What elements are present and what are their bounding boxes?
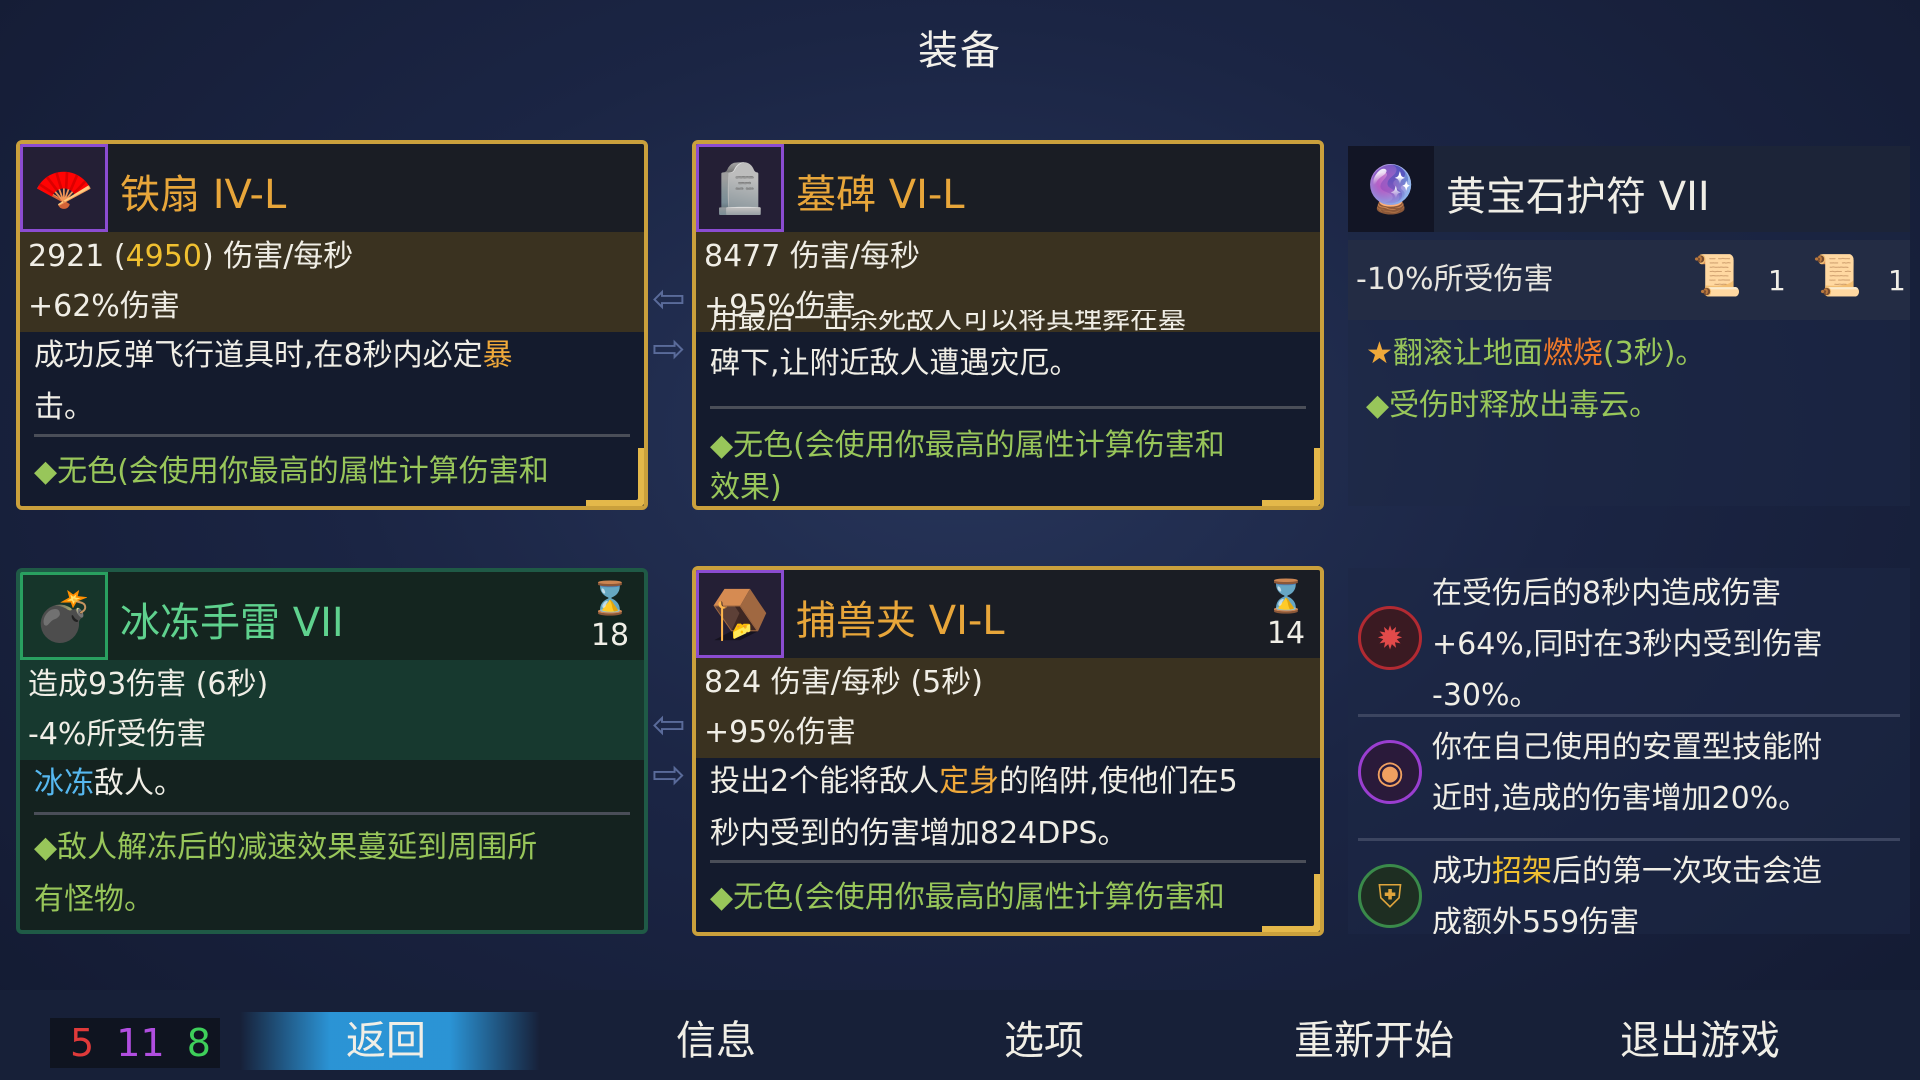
item-description-clipped: 用最后一击杀死敌人可以将其埋葬在墓 [710,310,1187,334]
mutation-desc: 在受伤后的8秒内造成伤害 +64%,同时在3秒内受到伤害 -30%。 [1432,576,1823,713]
amulet-affix-1: ★翻滚让地面燃烧(3秒)。 [1366,336,1706,371]
item-affix-cont: 有怪物。 [34,882,154,917]
divider [1358,714,1900,717]
beast-trap-icon: 🪤 [696,570,784,658]
tactics-count: 11 [116,1021,165,1065]
iron-fan-icon: 🪭 [20,144,108,232]
item-card-tombstone[interactable]: 🪦 墓碑 VI-L 8477 伤害/每秒 +95%伤害 用最后一击杀死敌人可以将… [692,140,1324,510]
divider [710,406,1306,409]
item-description: 碑下,让附近敌人遭遇灾厄。 [710,346,1080,381]
swap-left-arrow-icon[interactable]: ⇦ [652,276,686,322]
item-dps: 8477 伤害/每秒 [696,232,1320,282]
cooldown: ⌛ 14 [1266,576,1306,652]
item-name: 冰冻手雷 VII [120,600,344,646]
survival-count: 8 [186,1021,211,1065]
restart-button[interactable]: 重新开始 [1294,1008,1454,1066]
item-dps: 824 伤害/每秒 (5秒) [696,658,1320,708]
amulet-panel[interactable]: 🔮 黄宝石护符 VII -10%所受伤害 📜 1 📜 1 ★翻滚让地面燃烧(3秒… [1348,146,1910,506]
item-damage-bonus: +95%伤害 [696,708,1320,758]
mutations-panel: ✹ 在受伤后的8秒内造成伤害 +64%,同时在3秒内受到伤害 -30%。 ◉ 你在自… [1348,568,1910,934]
topaz-amulet-icon: 🔮 [1348,146,1434,232]
hourglass-icon: ⌛ [590,579,630,617]
options-button[interactable]: 选项 [1004,1008,1084,1066]
page-title: 装备 [918,28,1002,74]
divider [710,860,1306,863]
red-mutation-icon: ✹ [1358,606,1422,670]
purple-mutation-icon: ◉ [1358,740,1422,804]
item-dps: 2921 (4950) 伤害/每秒 [20,232,644,282]
item-affix: ◆无色(会使用你最高的属性计算伤害和 [34,454,549,489]
tombstone-icon: 🪦 [696,144,784,232]
mutation-row[interactable]: ✹ 在受伤后的8秒内造成伤害 +64%,同时在3秒内受到伤害 -30%。 [1348,568,1910,713]
cooldown: ⌛ 18 [590,578,630,654]
back-button[interactable]: 返回 [346,1008,426,1066]
green-scroll-icon: 📜 [1812,253,1862,299]
item-damage: 造成93伤害 (6秒) [20,660,644,710]
card-frame-corner [1262,448,1320,506]
item-damage-bonus: +62%伤害 [20,282,644,332]
hourglass-icon: ⌛ [1266,577,1306,615]
amulet-affix-2: ◆受伤时释放出毒云。 [1366,388,1660,423]
item-description: 冰冻敌人。 [34,766,184,801]
item-description: 投出2个能将敌人定身的陷阱,使他们在5 秒内受到的伤害增加824DPS。 [710,764,1238,851]
brutality-count: 5 [70,1021,95,1065]
bottom-nav: 5 11 8 返回 信息 选项 重新开始 退出游戏 [0,990,1920,1080]
cooldown-seconds: 14 [1266,616,1306,651]
stat-scrolls-counter: 5 11 8 [50,1018,220,1068]
item-resist: -4%所受伤害 [20,710,644,760]
card-frame-corner [586,448,644,506]
red-scroll-icon: 📜 [1692,253,1742,299]
card-header [696,570,1320,658]
mutation-row[interactable]: ⛨ 成功招架后的第一次攻击会造 成额外559伤害 [1348,846,1910,934]
swap-right-arrow-icon[interactable]: ⇨ [652,326,686,372]
star-icon: ★ [1366,336,1393,371]
amulet-name: 黄宝石护符 VII [1446,174,1710,220]
ice-grenade-icon: 💣 [20,572,108,660]
item-description: 成功反弹飞行道具时,在8秒内必定暴 击。 [34,338,513,425]
green-scroll-count: 1 [1888,264,1906,297]
card-frame-corner [1262,874,1320,932]
item-card-ice-grenade[interactable]: 💣 冰冻手雷 VII ⌛ 18 造成93伤害 (6秒) -4%所受伤害 冰冻敌人… [16,568,648,934]
info-button[interactable]: 信息 [676,1008,756,1066]
item-affix: ◆敌人解冻后的减速效果蔓延到周围所 [34,830,538,865]
mutation-desc: 你在自己使用的安置型技能附 近时,造成的伤害增加20%。 [1432,730,1822,816]
swap-left-arrow-icon[interactable]: ⇦ [652,702,686,748]
item-name: 铁扇 IV-L [120,172,287,218]
item-card-beast-trap[interactable]: 🪤 捕兽夹 VI-L ⌛ 14 824 伤害/每秒 (5秒) +95%伤害 投出… [692,566,1324,936]
mutation-desc: 成功招架后的第一次攻击会造 成额外559伤害 [1432,854,1822,934]
mutation-row[interactable]: ◉ 你在自己使用的安置型技能附 近时,造成的伤害增加20%。 [1348,722,1910,832]
item-affix-cont: 效果) [710,470,782,502]
item-affix: ◆无色(会使用你最高的属性计算伤害和 [710,880,1225,915]
item-card-iron-fan[interactable]: 🪭 铁扇 IV-L 2921 (4950) 伤害/每秒 +62%伤害 成功反弹飞… [16,140,648,510]
card-header [20,144,644,232]
quit-game-button[interactable]: 退出游戏 [1620,1008,1780,1066]
item-name: 墓碑 VI-L [796,172,965,218]
swap-right-arrow-icon[interactable]: ⇨ [652,752,686,798]
red-scroll-count: 1 [1768,264,1786,297]
cooldown-seconds: 18 [590,618,630,653]
green-mutation-icon: ⛨ [1358,864,1422,928]
card-header [696,144,1320,232]
divider [34,812,630,815]
item-name: 捕兽夹 VI-L [796,598,1005,644]
divider [1358,838,1900,841]
divider [34,434,630,437]
